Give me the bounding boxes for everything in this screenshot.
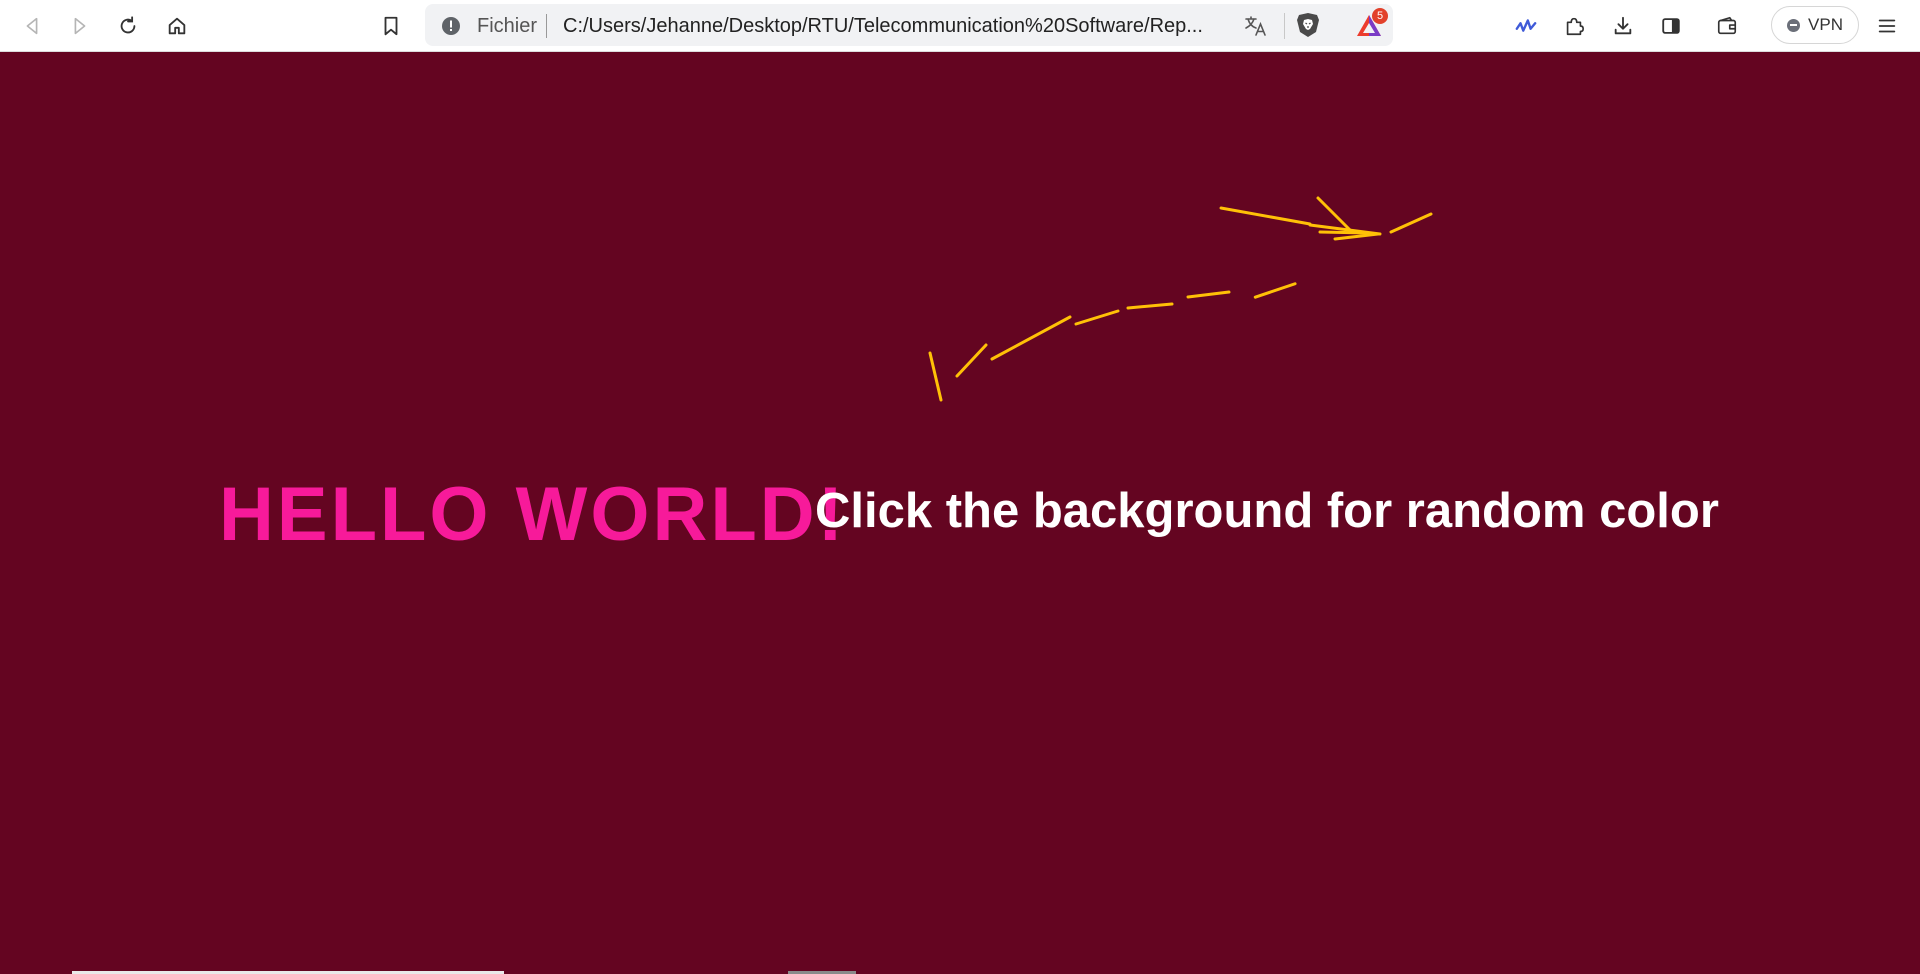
forward-button[interactable] xyxy=(63,9,97,43)
url-text[interactable]: C:/Users/Jehanne/Desktop/RTU/Telecommuni… xyxy=(563,15,1263,38)
drawing-stroke xyxy=(1126,302,1174,310)
reload-icon xyxy=(120,16,136,34)
menu-icon xyxy=(1878,19,1896,33)
translate-icon[interactable] xyxy=(1243,13,1269,39)
url-divider xyxy=(1284,13,1285,39)
back-button[interactable] xyxy=(15,9,49,43)
wallet-icon xyxy=(1717,16,1737,35)
wallet-button[interactable] xyxy=(1710,9,1744,43)
hello-world-heading: HELLO WORLD! xyxy=(219,472,847,557)
forward-icon xyxy=(74,17,86,35)
rewards-badge: 5 xyxy=(1372,8,1388,24)
brave-shields-icon[interactable] xyxy=(1293,10,1323,40)
info-icon[interactable] xyxy=(441,16,461,36)
browser-toolbar: Fichier C:/Users/Jehanne/Desktop/RTU/Tel… xyxy=(0,0,1920,52)
extensions-icon xyxy=(1566,17,1584,36)
downloads-button[interactable] xyxy=(1606,9,1640,43)
drawing-stroke xyxy=(1186,290,1231,299)
instruction-text: Click the background for random color xyxy=(815,484,1719,538)
drawing-stroke xyxy=(1318,230,1370,235)
drawing-stroke xyxy=(1308,223,1382,236)
drawing-stroke xyxy=(1316,196,1354,234)
url-separator xyxy=(546,14,547,38)
drawing-stroke xyxy=(928,351,943,402)
extensions-button[interactable] xyxy=(1557,9,1591,43)
drawing-stroke xyxy=(1219,206,1312,226)
brave-leo-icon xyxy=(1515,19,1537,32)
address-bar[interactable]: Fichier C:/Users/Jehanne/Desktop/RTU/Tel… xyxy=(425,4,1393,46)
drawing-stroke xyxy=(1333,232,1380,241)
page-background[interactable]: HELLO WORLD! Click the background for ra… xyxy=(0,52,1920,974)
back-icon xyxy=(26,17,38,35)
drawing-stroke xyxy=(1074,309,1120,326)
sidebar-icon xyxy=(1662,18,1680,34)
sidebar-button[interactable] xyxy=(1654,9,1688,43)
url-scheme-label: Fichier xyxy=(477,15,538,37)
bookmark-icon xyxy=(384,16,398,36)
menu-button[interactable] xyxy=(1870,9,1904,43)
home-icon xyxy=(168,17,186,35)
home-button[interactable] xyxy=(160,9,194,43)
vpn-button[interactable]: VPN xyxy=(1771,6,1859,44)
reload-button[interactable] xyxy=(111,9,145,43)
drawing-stroke xyxy=(955,343,988,378)
vpn-label: VPN xyxy=(1808,15,1843,34)
vpn-status-icon xyxy=(1787,18,1801,32)
drawing-stroke xyxy=(1253,282,1297,299)
drawing-stroke xyxy=(1389,212,1433,234)
brave-leo-button[interactable] xyxy=(1509,9,1543,43)
brave-rewards-button[interactable]: 5 xyxy=(1353,8,1388,42)
downloads-icon xyxy=(1614,16,1632,35)
drawing-stroke xyxy=(990,315,1072,361)
bookmark-button[interactable] xyxy=(374,9,408,43)
